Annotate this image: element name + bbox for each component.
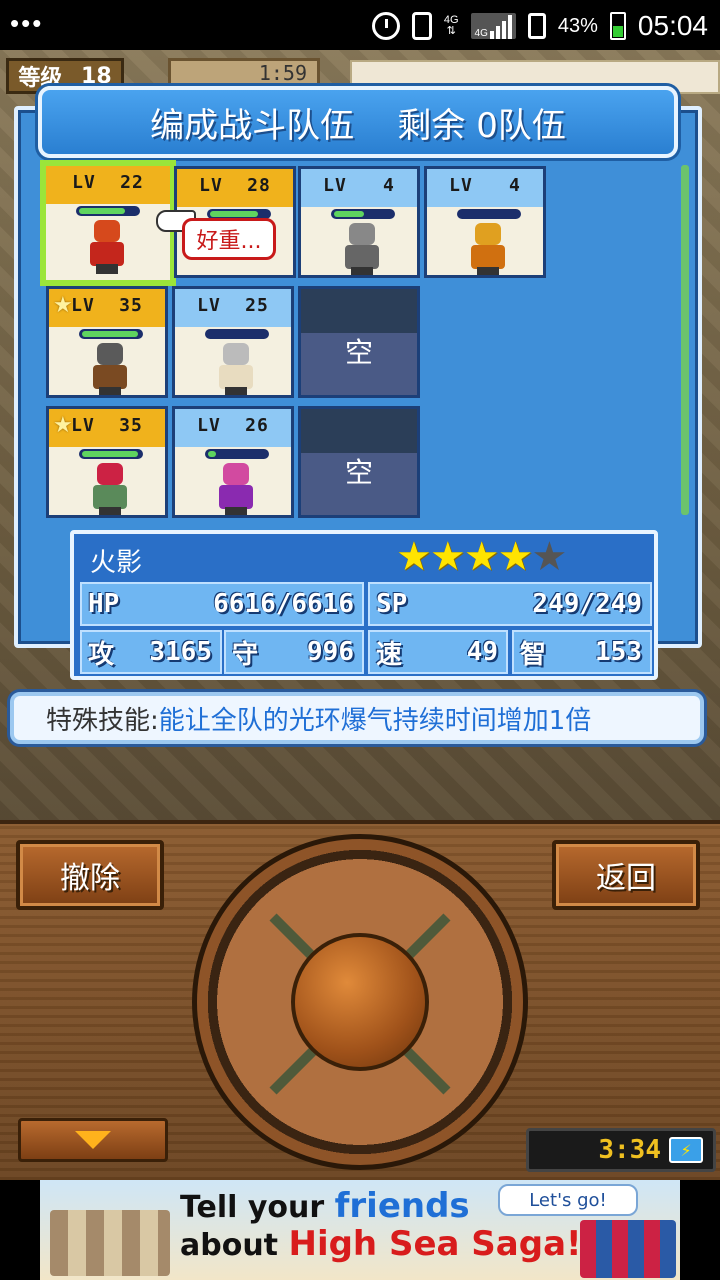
sim-card-icon <box>527 13 546 39</box>
unit-hp-bar <box>79 329 143 339</box>
unit-hp-bar <box>76 206 140 216</box>
arrow-down-icon <box>75 1131 111 1149</box>
battery-percent: 43% <box>557 14 598 37</box>
intellect-value: 153 <box>595 637 642 667</box>
dialog-title: 编成战斗队伍 剩余 0队伍 <box>38 86 678 158</box>
character-name: 火影 <box>90 548 143 578</box>
star-icon: ★ <box>396 534 432 580</box>
hp-stat: HP 6616/6616 <box>80 582 364 626</box>
hp-value: 6616/6616 <box>213 589 354 619</box>
unit-card-8[interactable]: LV 26 <box>172 406 294 518</box>
unit-level: 22 <box>120 172 144 193</box>
unit-level: 35 <box>119 415 143 436</box>
unit-card-3[interactable]: LV 4 <box>298 166 420 278</box>
unit-sprite <box>463 223 513 275</box>
unit-level: 4 <box>509 175 521 196</box>
unit-hp-bar <box>205 329 269 339</box>
alarm-icon <box>371 12 400 40</box>
level-value: 18 <box>81 63 112 89</box>
ad-banner[interactable]: Tell your friends about High Sea Saga! L… <box>40 1180 680 1280</box>
game-clock: 3:34 ⚡ <box>526 1128 716 1172</box>
unit-card-6[interactable]: LV 25 <box>172 286 294 398</box>
directional-pad[interactable] <box>192 834 528 1170</box>
title-text: 编成战斗队伍 <box>150 105 355 146</box>
status-bar: ••• 4G ⇅ 4G 43% 05:04 <box>0 0 720 50</box>
battery-icon <box>609 12 626 40</box>
speech-bubble: 好重... <box>182 218 276 260</box>
star-icon: ★ <box>497 534 534 580</box>
status-time: 05:04 <box>637 10 708 41</box>
unit-level: 35 <box>119 295 143 316</box>
skill-label: 特殊技能: <box>46 705 159 736</box>
vibrate-icon <box>411 12 432 40</box>
unit-sprite <box>211 463 261 515</box>
rarity-stars: ★★★★★ <box>396 534 567 580</box>
attack-value: 3165 <box>149 637 212 667</box>
sp-value: 249/249 <box>532 589 642 619</box>
unit-hp-bar <box>79 449 143 459</box>
unit-card-4[interactable]: LV 4 <box>424 166 546 278</box>
hud-timer: 1:59 <box>168 58 320 88</box>
unit-level: 4 <box>383 175 395 196</box>
empty-slot[interactable]: 空 <box>298 406 420 518</box>
unit-sprite <box>85 343 135 395</box>
unit-level: 25 <box>245 295 269 316</box>
skill-description: 能让全队的光环爆气持续时间增加1倍 <box>158 705 592 736</box>
unit-hp-bar <box>457 209 521 219</box>
defense-value: 996 <box>307 637 354 667</box>
unit-hp-bar <box>205 449 269 459</box>
back-button[interactable]: 返回 <box>552 840 700 910</box>
character-stats: 火影 ★★★★★ HP 6616/6616 SP 249/249 攻 3165 守 99… <box>70 530 658 680</box>
unit-level: 28 <box>247 175 271 196</box>
signal-icon: 4G <box>470 13 516 39</box>
unit-level: 26 <box>245 415 269 436</box>
ad-cta-button[interactable]: Let's go! <box>498 1184 638 1216</box>
star-icon: ★ <box>531 534 567 580</box>
ad-art-right <box>580 1220 676 1278</box>
unit-sprite <box>337 223 387 275</box>
unit-card-7[interactable]: ★ LV 35 <box>46 406 168 518</box>
intellect-stat: 智 153 <box>512 630 652 674</box>
remaining-teams: 剩余 0队伍 <box>397 105 566 146</box>
ad-art-left <box>50 1210 170 1276</box>
list-scrollbar[interactable] <box>681 165 689 515</box>
attack-stat: 攻 3165 <box>80 630 222 674</box>
unit-sprite <box>82 220 132 274</box>
clock-time: 3:34 <box>598 1135 661 1165</box>
star-icon: ★ <box>429 534 466 580</box>
menu-dots-icon: ••• <box>10 8 44 38</box>
speed-stat: 速 49 <box>368 630 508 674</box>
unit-sprite <box>85 463 135 515</box>
empty-slot[interactable]: 空 <box>298 286 420 398</box>
star-icon: ★ <box>463 534 500 580</box>
dpad-center-button[interactable] <box>291 933 429 1071</box>
speed-value: 49 <box>466 637 498 667</box>
unit-hp-bar <box>331 209 395 219</box>
special-skill: 特殊技能: 能让全队的光环爆气持续时间增加1倍 <box>10 692 704 744</box>
scroll-down-button[interactable] <box>18 1118 168 1162</box>
defense-stat: 守 996 <box>224 630 364 674</box>
unit-sprite <box>211 343 261 395</box>
lightning-icon: ⚡ <box>669 1137 703 1163</box>
sp-stat: SP 249/249 <box>368 582 652 626</box>
unit-card-5[interactable]: ★ LV 35 <box>46 286 168 398</box>
network-type-icon: 4G ⇅ <box>443 14 459 37</box>
remove-button[interactable]: 撤除 <box>16 840 164 910</box>
